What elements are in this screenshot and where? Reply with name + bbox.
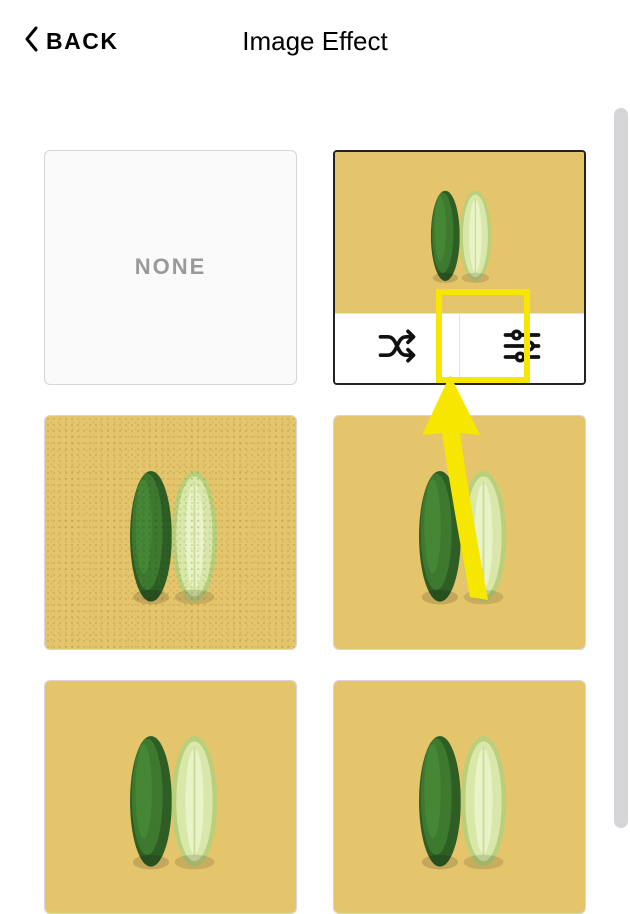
effect-tile-none[interactable]: NONE [44,150,297,385]
effect-tile[interactable] [44,680,297,914]
shuffle-icon [375,324,419,373]
sliders-icon [500,324,544,373]
effects-scroll: NONE [0,95,630,906]
back-label: BACK [46,28,118,55]
effect-tile[interactable] [44,415,297,650]
effect-tile[interactable] [333,415,586,650]
none-label: NONE [135,254,207,280]
effect-preview [335,152,584,313]
effect-preview [334,681,585,914]
effect-tile[interactable] [333,680,586,914]
chevron-left-icon [24,26,40,57]
scrollbar[interactable] [614,108,628,828]
effect-preview [334,416,585,649]
effect-preview [45,416,296,649]
effect-tile-selected[interactable] [333,150,586,385]
page-title: Image Effect [242,26,388,57]
adjust-button[interactable] [459,314,584,383]
back-button[interactable]: BACK [24,26,118,57]
effect-preview [45,681,296,914]
shuffle-button[interactable] [335,314,459,383]
